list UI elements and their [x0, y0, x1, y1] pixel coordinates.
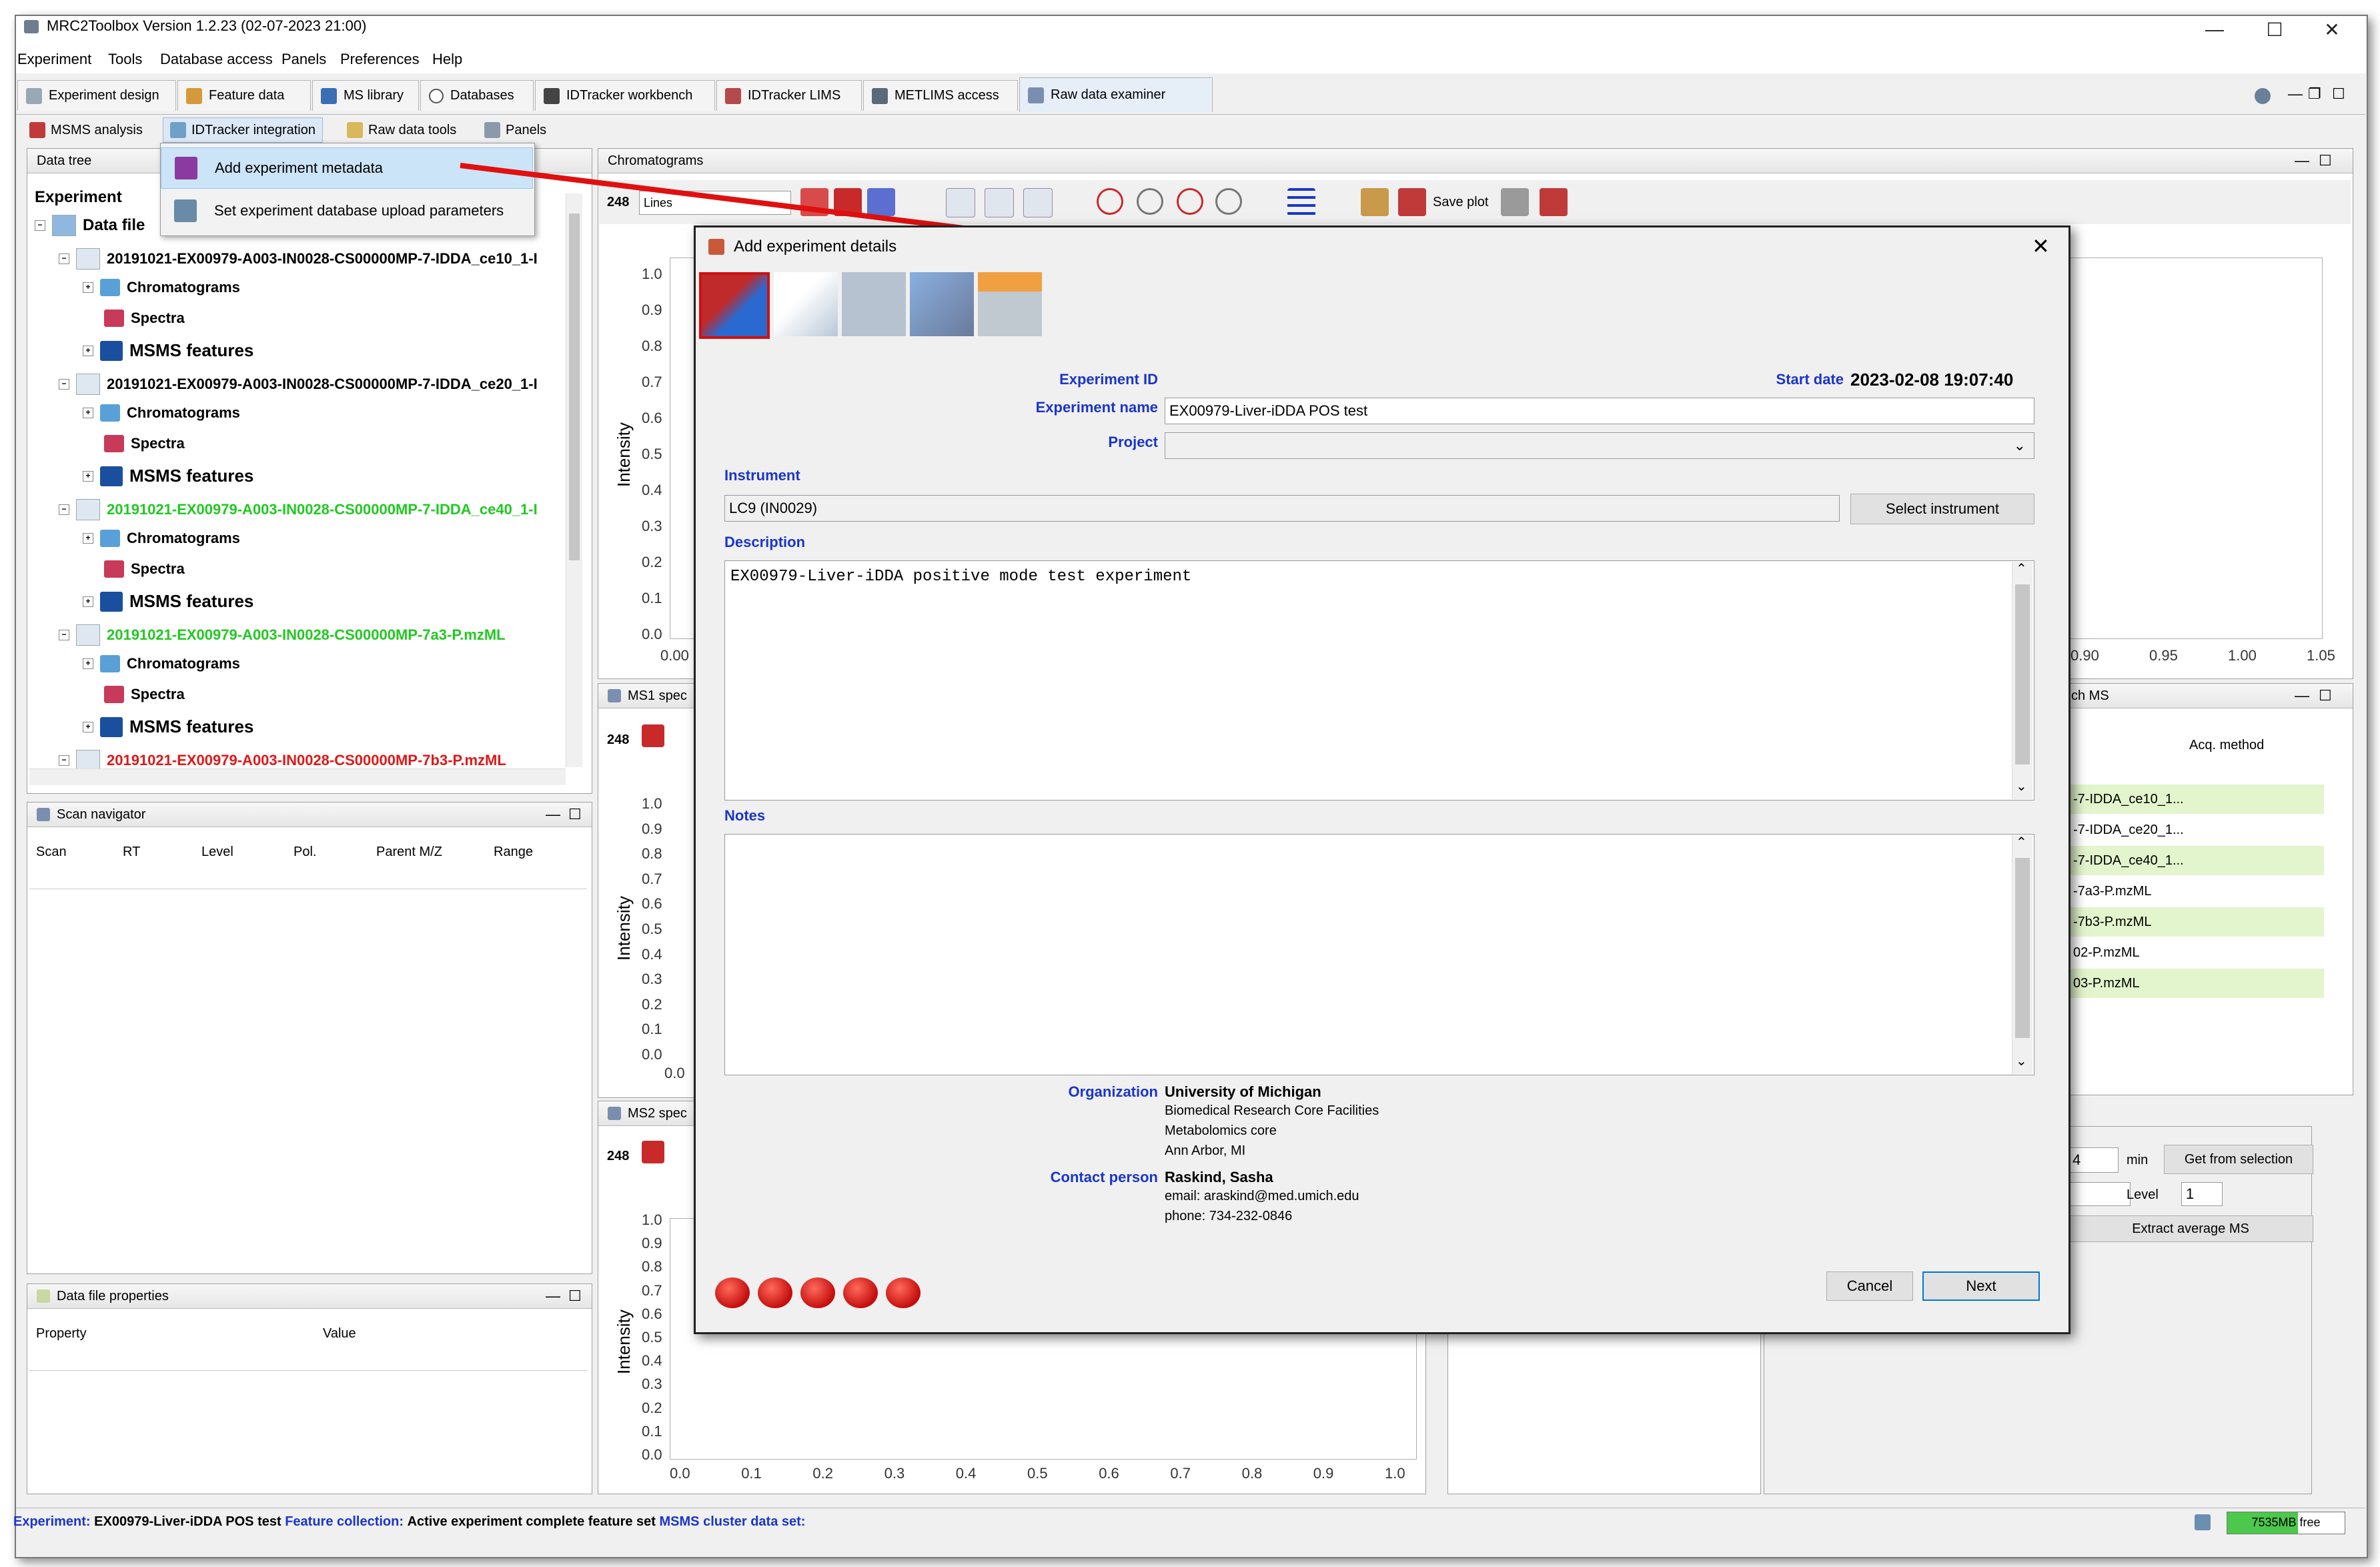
trash-icon[interactable] [2195, 1514, 2211, 1530]
progress-dot [800, 1277, 835, 1308]
organization-name: University of Michigan [1165, 1083, 1321, 1100]
description-scrollbar[interactable] [2012, 562, 2032, 799]
wizard-step-design-icon[interactable] [774, 272, 838, 336]
description-textarea[interactable]: EX00979-Liver-iDDA positive mode test ex… [724, 560, 2034, 801]
notes-textarea[interactable] [724, 834, 2034, 1075]
select-instrument-button[interactable]: Select instrument [1850, 494, 2034, 524]
organization-line: Metabolomics core [1165, 1123, 1277, 1138]
contact-phone: phone: 734-232-0846 [1165, 1209, 1293, 1223]
scroll-down-icon[interactable]: ⌄ [2016, 1053, 2027, 1069]
description-label: Description [724, 534, 806, 550]
contact-person-name: Raskind, Sasha [1165, 1169, 1273, 1185]
dialog-close-icon[interactable]: ✕ [2032, 233, 2050, 259]
organization-line: Biomedical Research Core Facilities [1165, 1103, 1379, 1118]
experiment-name-input[interactable]: EX00979-Liver-iDDA POS test [1165, 398, 2034, 424]
instrument-field: LC9 (IN0029) [724, 495, 1840, 522]
start-date-value: 2023-02-08 19:07:40 [1850, 370, 2014, 390]
progress-dot [843, 1277, 878, 1308]
chevron-down-icon: ⌄ [2013, 437, 2026, 454]
project-select[interactable]: ⌄ [1165, 432, 2034, 459]
wizard-step-instrument-icon[interactable] [842, 272, 906, 336]
description-text: EX00979-Liver-iDDA positive mode test ex… [730, 568, 1192, 586]
dialog-app-icon [708, 239, 724, 255]
scroll-thumb[interactable] [2015, 858, 2030, 1038]
scroll-up-icon[interactable]: ⌃ [2016, 560, 2027, 577]
status-msms-label: MSMS cluster data set: [659, 1514, 806, 1529]
contact-person-label: Contact person [1050, 1169, 1158, 1185]
memory-indicator: 7535MB free [2227, 1512, 2345, 1534]
status-feature-value: Active experiment complete feature set [407, 1514, 656, 1529]
wizard-step-settings-icon[interactable] [910, 272, 974, 336]
organization-label: Organization [1068, 1083, 1158, 1100]
project-label: Project [1108, 434, 1158, 450]
status-feature-label: Feature collection: [285, 1514, 404, 1529]
wizard-step-new-icon[interactable] [699, 272, 770, 339]
wizard-step-config-icon[interactable] [978, 272, 1042, 336]
scroll-up-icon[interactable]: ⌃ [2016, 834, 2027, 851]
organization-line: Ann Arbor, MI [1165, 1143, 1246, 1158]
progress-dot [758, 1277, 792, 1308]
cancel-button[interactable]: Cancel [1826, 1271, 1913, 1301]
contact-email: email: araskind@med.umich.edu [1165, 1189, 1359, 1203]
status-experiment-value: EX00979-Liver-iDDA POS test [94, 1514, 281, 1529]
scroll-down-icon[interactable]: ⌄ [2016, 778, 2027, 795]
notes-scrollbar[interactable] [2012, 835, 2032, 1074]
notes-label: Notes [724, 807, 766, 824]
status-experiment-label: Experiment: [13, 1514, 91, 1529]
experiment-id-label: Experiment ID [1059, 371, 1158, 388]
scroll-thumb[interactable] [2015, 584, 2030, 764]
memory-label: 7535MB free [2251, 1516, 2321, 1529]
experiment-name-label: Experiment name [1035, 399, 1158, 416]
progress-dot [715, 1277, 750, 1308]
start-date-label: Start date [1776, 371, 1844, 388]
instrument-label: Instrument [724, 467, 800, 484]
status-line: Experiment: EX00979-Liver-iDDA POS test … [13, 1514, 805, 1530]
dialog-title: Add experiment details [734, 237, 897, 255]
next-button[interactable]: Next [1922, 1271, 2040, 1301]
progress-dot [886, 1277, 921, 1308]
